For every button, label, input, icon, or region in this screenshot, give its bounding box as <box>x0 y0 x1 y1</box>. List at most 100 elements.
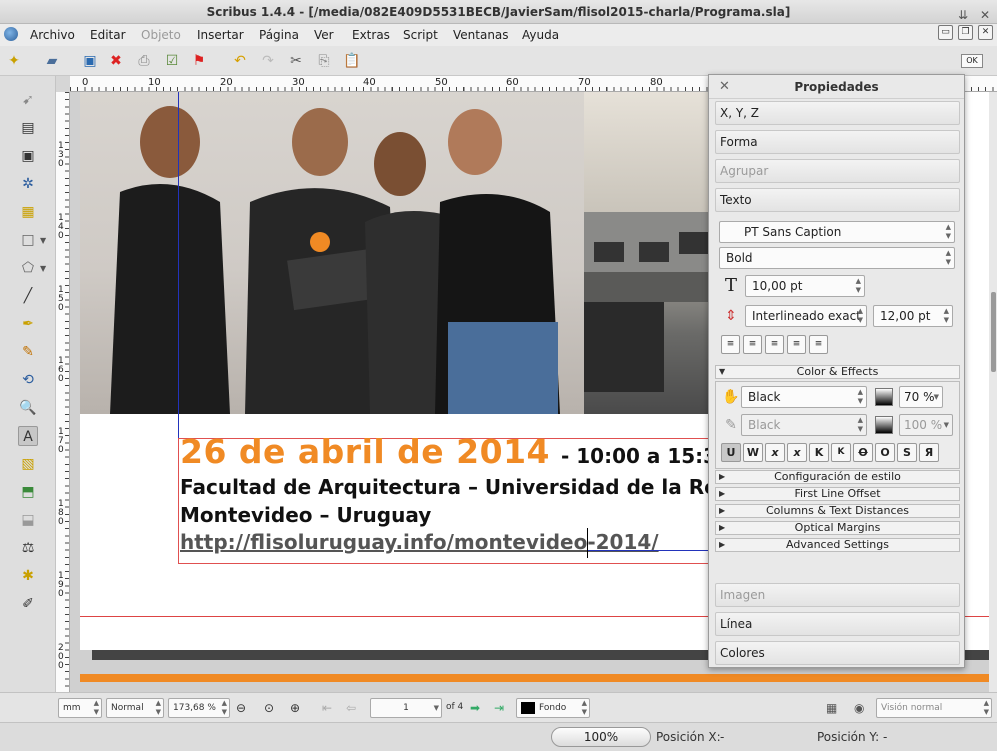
visual-appearance-icon[interactable]: ◉ <box>854 700 864 716</box>
save-icon[interactable]: ▣ <box>80 51 100 71</box>
menu-ayuda[interactable]: Ayuda <box>520 26 561 44</box>
align-justify-icon[interactable]: ≡ <box>787 335 806 354</box>
right-to-left-icon[interactable]: Я <box>919 443 939 462</box>
align-left-icon[interactable]: ≡ <box>721 335 740 354</box>
view-mode-select[interactable]: Visión normal ▲ ▼ <box>876 698 992 718</box>
select-arrow-icon[interactable]: ➹ <box>18 90 38 110</box>
all-caps-icon[interactable]: K <box>809 443 829 462</box>
cut-icon[interactable]: ✂ <box>286 51 306 71</box>
menu-pagina[interactable]: Página <box>257 26 301 44</box>
close-document-icon[interactable]: ✖ <box>106 51 126 71</box>
superscript-icon[interactable]: x <box>787 443 807 462</box>
edit-text-icon[interactable]: A <box>18 426 38 446</box>
panel-close-icon[interactable]: ✕ <box>719 79 730 94</box>
table-icon[interactable]: ▦ <box>18 202 38 222</box>
font-style-select[interactable]: Bold ▲ ▼ <box>719 247 955 269</box>
section-xyz[interactable]: X, Y, Z <box>715 101 960 125</box>
zoom-icon[interactable]: 🔍 <box>18 398 38 418</box>
shape-icon[interactable]: □ <box>18 230 38 250</box>
mdi-minimize-button[interactable]: ▭ <box>938 25 953 40</box>
story-editor-icon[interactable]: ▧ <box>18 454 38 474</box>
section-colores[interactable]: Colores <box>715 641 960 665</box>
vertical-ruler[interactable]: 1 3 0 1 4 0 1 5 0 1 6 0 1 7 0 1 8 0 1 9 … <box>56 92 70 692</box>
font-family-select[interactable]: PT Sans Caption ▲ ▼ <box>719 221 955 243</box>
menu-extras[interactable]: Extras <box>350 26 392 44</box>
zoom-in-icon[interactable]: ⊕ <box>290 700 300 716</box>
undo-icon[interactable]: ↶ <box>230 51 250 71</box>
image-preview-mode-select[interactable]: Normal ▲ ▼ <box>106 698 164 718</box>
mdi-close-button[interactable]: ✕ <box>978 25 993 40</box>
spin-icon[interactable]: ▲ ▼ <box>856 277 861 295</box>
group-first-line-offset[interactable]: ▶ First Line Offset <box>715 487 960 501</box>
mdi-restore-button[interactable]: ❐ <box>958 25 973 40</box>
measure-icon[interactable]: ⚖ <box>18 538 38 558</box>
small-caps-icon[interactable]: K <box>831 443 851 462</box>
menu-editar[interactable]: Editar <box>88 26 128 44</box>
unit-select[interactable]: mm ▲ ▼ <box>58 698 102 718</box>
preview-mode-icon[interactable]: ▦ <box>826 700 837 716</box>
link-frames-icon[interactable]: ⬒ <box>18 482 38 502</box>
redo-icon[interactable]: ↷ <box>258 51 278 71</box>
menu-insertar[interactable]: Insertar <box>195 26 246 44</box>
line-spacing-mode-select[interactable]: Interlineado exact ▲ ▼ <box>745 305 867 327</box>
bezier-icon[interactable]: ✒ <box>18 314 38 334</box>
vertical-guide[interactable] <box>178 92 179 438</box>
menu-ventanas[interactable]: Ventanas <box>451 26 511 44</box>
shape-dropdown-icon[interactable]: ▼ <box>40 236 46 245</box>
new-document-icon[interactable]: ✦ <box>4 51 24 71</box>
copy-properties-icon[interactable]: ✱ <box>18 566 38 586</box>
align-forced-icon[interactable]: ≡ <box>809 335 828 354</box>
event-date-line[interactable]: 26 de abril de 2014 - 10:00 a 15:30 h <box>180 432 752 471</box>
group-color-effects[interactable]: ▼ Color & Effects <box>715 365 960 379</box>
first-page-icon[interactable]: ⇤ <box>322 700 332 716</box>
export-pdf-icon[interactable]: ⚑ <box>189 51 209 71</box>
layer-select[interactable]: Fondo ▲ ▼ <box>516 698 590 718</box>
unlink-frames-icon[interactable]: ⬓ <box>18 510 38 530</box>
section-forma[interactable]: Forma <box>715 130 960 154</box>
menu-objeto[interactable]: Objeto <box>139 26 183 44</box>
event-city[interactable]: Montevideo – Uruguay <box>180 503 431 527</box>
menu-archivo[interactable]: Archivo <box>28 26 77 44</box>
preflight-icon[interactable]: ☑ <box>162 51 182 71</box>
scribus-app-icon[interactable] <box>4 27 18 41</box>
subscript-icon[interactable]: x <box>765 443 785 462</box>
open-document-icon[interactable]: ▰ <box>42 51 62 71</box>
event-date[interactable]: 26 de abril de 2014 <box>180 432 550 471</box>
last-page-icon[interactable]: ⇥ <box>494 700 504 716</box>
image-frame-icon[interactable]: ▣ <box>18 146 38 166</box>
people-photo[interactable] <box>80 92 584 414</box>
previous-page-icon[interactable]: ⇦ <box>346 700 356 716</box>
zoom-100-icon[interactable]: ⊙ <box>264 700 274 716</box>
align-center-icon[interactable]: ≡ <box>743 335 762 354</box>
polygon-dropdown-icon[interactable]: ▼ <box>40 264 46 273</box>
align-right-icon[interactable]: ≡ <box>765 335 784 354</box>
text-frame-icon[interactable]: ▤ <box>18 118 38 138</box>
event-place[interactable]: Facultad de Arquitectura – Universidad d… <box>180 475 800 499</box>
page-select[interactable]: 1 ▼ <box>370 698 442 718</box>
ok-button[interactable]: OK <box>961 54 983 68</box>
shadow-icon[interactable]: S <box>897 443 917 462</box>
polygon-icon[interactable]: ⬠ <box>18 258 38 278</box>
scrollbar-thumb[interactable] <box>991 292 996 372</box>
underline-effect-icon[interactable]: U <box>721 443 741 462</box>
next-page-icon[interactable]: ➡ <box>470 700 480 716</box>
font-size-field[interactable]: 10,00 pt ▲ ▼ <box>745 275 865 297</box>
rotate-icon[interactable]: ⟲ <box>18 370 38 390</box>
group-columns-distances[interactable]: ▶ Columns & Text Distances <box>715 504 960 518</box>
line-icon[interactable]: ╱ <box>18 286 38 306</box>
freehand-icon[interactable]: ✎ <box>18 342 38 362</box>
zoom-field[interactable]: 173,68 % ▲ ▼ <box>168 698 230 718</box>
group-advanced-settings[interactable]: ▶ Advanced Settings <box>715 538 960 552</box>
strikethrough-icon[interactable]: O <box>853 443 873 462</box>
vertical-scrollbar[interactable] <box>989 92 997 692</box>
menu-ver[interactable]: Ver <box>312 26 336 44</box>
zoom-out-icon[interactable]: ⊖ <box>236 700 246 716</box>
underline-words-icon[interactable]: W <box>743 443 763 462</box>
zoom-pill[interactable]: 100% <box>551 727 651 747</box>
section-texto[interactable]: Texto <box>715 188 960 212</box>
render-frame-icon[interactable]: ✲ <box>18 174 38 194</box>
fill-shade-select[interactable]: 70 % ▼ <box>899 386 943 408</box>
section-linea[interactable]: Línea <box>715 612 960 636</box>
section-agrupar[interactable]: Agrupar <box>715 159 960 183</box>
menu-script[interactable]: Script <box>401 26 440 44</box>
